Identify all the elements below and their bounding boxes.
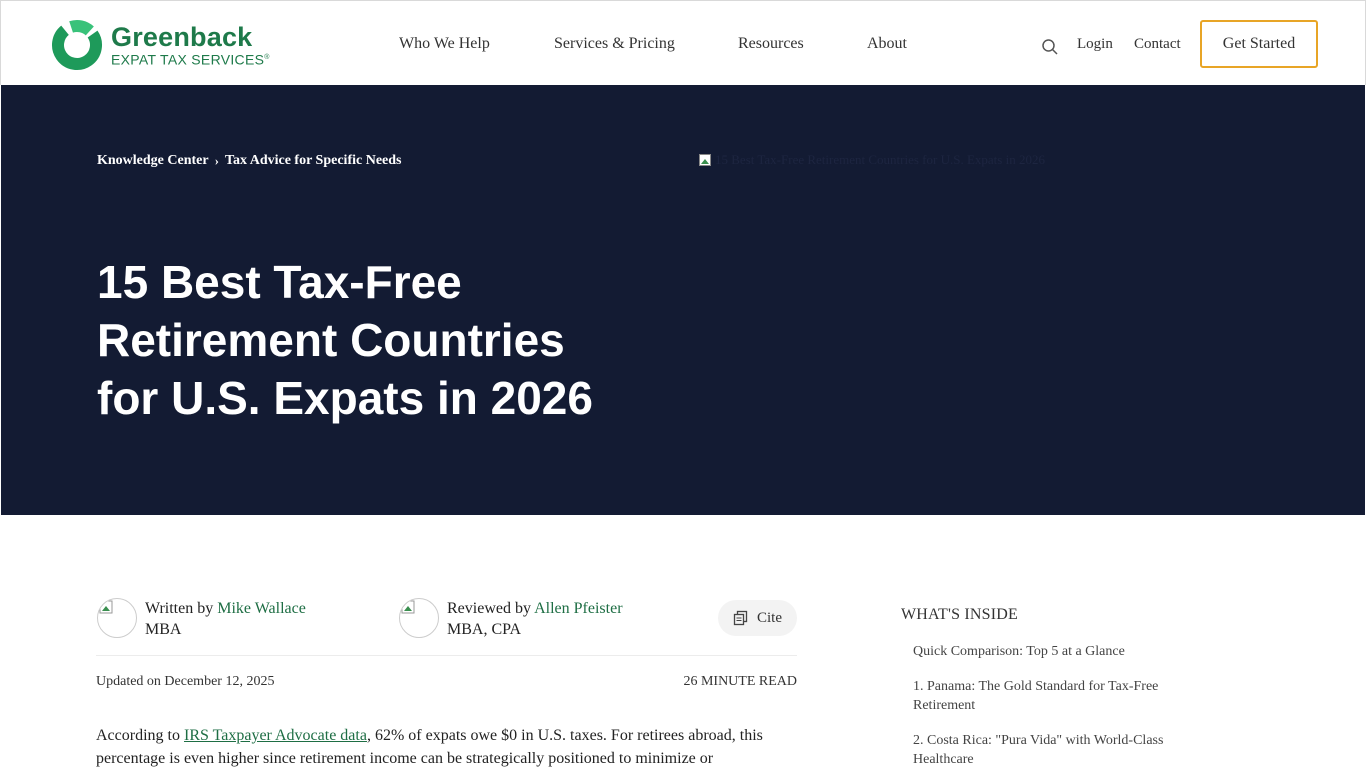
- author-reviewer: Reviewed by Allen Pfeister MBA, CPA: [399, 598, 623, 640]
- toc-item[interactable]: 1. Panama: The Gold Standard for Tax-Fre…: [913, 677, 1183, 715]
- toc-item[interactable]: Quick Comparison: Top 5 at a Glance: [913, 642, 1183, 661]
- brand-logo[interactable]: Greenback EXPAT TAX SERVICES®: [51, 19, 270, 71]
- toc-list: Quick Comparison: Top 5 at a Glance 1. P…: [913, 642, 1183, 768]
- written-by-label: Written by: [145, 600, 214, 617]
- read-time: 26 MINUTE READ: [683, 674, 797, 689]
- reviewer-name-link[interactable]: Allen Pfeister: [534, 600, 622, 617]
- avatar: [97, 598, 137, 638]
- cite-label: Cite: [757, 609, 782, 626]
- cite-button[interactable]: Cite: [718, 600, 797, 636]
- writer-name-link[interactable]: Mike Wallace: [217, 600, 306, 617]
- irs-data-link[interactable]: IRS Taxpayer Advocate data: [184, 727, 367, 744]
- nav-services-pricing[interactable]: Services & Pricing: [554, 35, 675, 53]
- brand-logo-icon: [51, 19, 103, 71]
- breadcrumb: Knowledge Center › Tax Advice for Specif…: [97, 153, 401, 169]
- nav-about[interactable]: About: [867, 35, 907, 53]
- login-link[interactable]: Login: [1077, 36, 1113, 53]
- divider: [96, 655, 797, 656]
- updated-date: Updated on December 12, 2025: [96, 674, 275, 689]
- writer-credentials: MBA: [145, 621, 182, 638]
- nav-resources[interactable]: Resources: [738, 35, 804, 53]
- chevron-right-icon: ›: [214, 153, 219, 168]
- avatar: [399, 598, 439, 638]
- nav-who-we-help[interactable]: Who We Help: [399, 35, 490, 53]
- copy-icon: [733, 610, 748, 626]
- brand-name: Greenback: [111, 22, 253, 53]
- toc-item[interactable]: 2. Costa Rica: "Pura Vida" with World-Cl…: [913, 731, 1183, 768]
- hero-image-broken: 15 Best Tax-Free Retirement Countries fo…: [699, 152, 1129, 167]
- hero-banner: Knowledge Center › Tax Advice for Specif…: [1, 85, 1365, 515]
- intro-paragraph: According to IRS Taxpayer Advocate data,…: [96, 727, 763, 767]
- broken-image-icon: [699, 154, 711, 166]
- page-title: 15 Best Tax-Free Retirement Countries fo…: [97, 256, 593, 424]
- hero-image-alt: 15 Best Tax-Free Retirement Countries fo…: [715, 152, 1045, 167]
- breadcrumb-knowledge-center[interactable]: Knowledge Center: [97, 153, 209, 169]
- reviewer-credentials: MBA, CPA: [447, 621, 522, 638]
- site-header: Greenback EXPAT TAX SERVICES® Who We Hel…: [0, 0, 1366, 85]
- author-writer: Written by Mike Wallace MBA: [97, 598, 306, 640]
- get-started-button[interactable]: Get Started: [1200, 20, 1318, 68]
- search-icon[interactable]: [1041, 38, 1059, 56]
- reviewed-by-label: Reviewed by: [447, 600, 531, 617]
- brand-subtitle: EXPAT TAX SERVICES®: [111, 51, 270, 68]
- toc-heading: WHAT'S INSIDE: [901, 606, 1019, 623]
- breadcrumb-tax-advice[interactable]: Tax Advice for Specific Needs: [225, 153, 402, 169]
- contact-link[interactable]: Contact: [1134, 36, 1181, 53]
